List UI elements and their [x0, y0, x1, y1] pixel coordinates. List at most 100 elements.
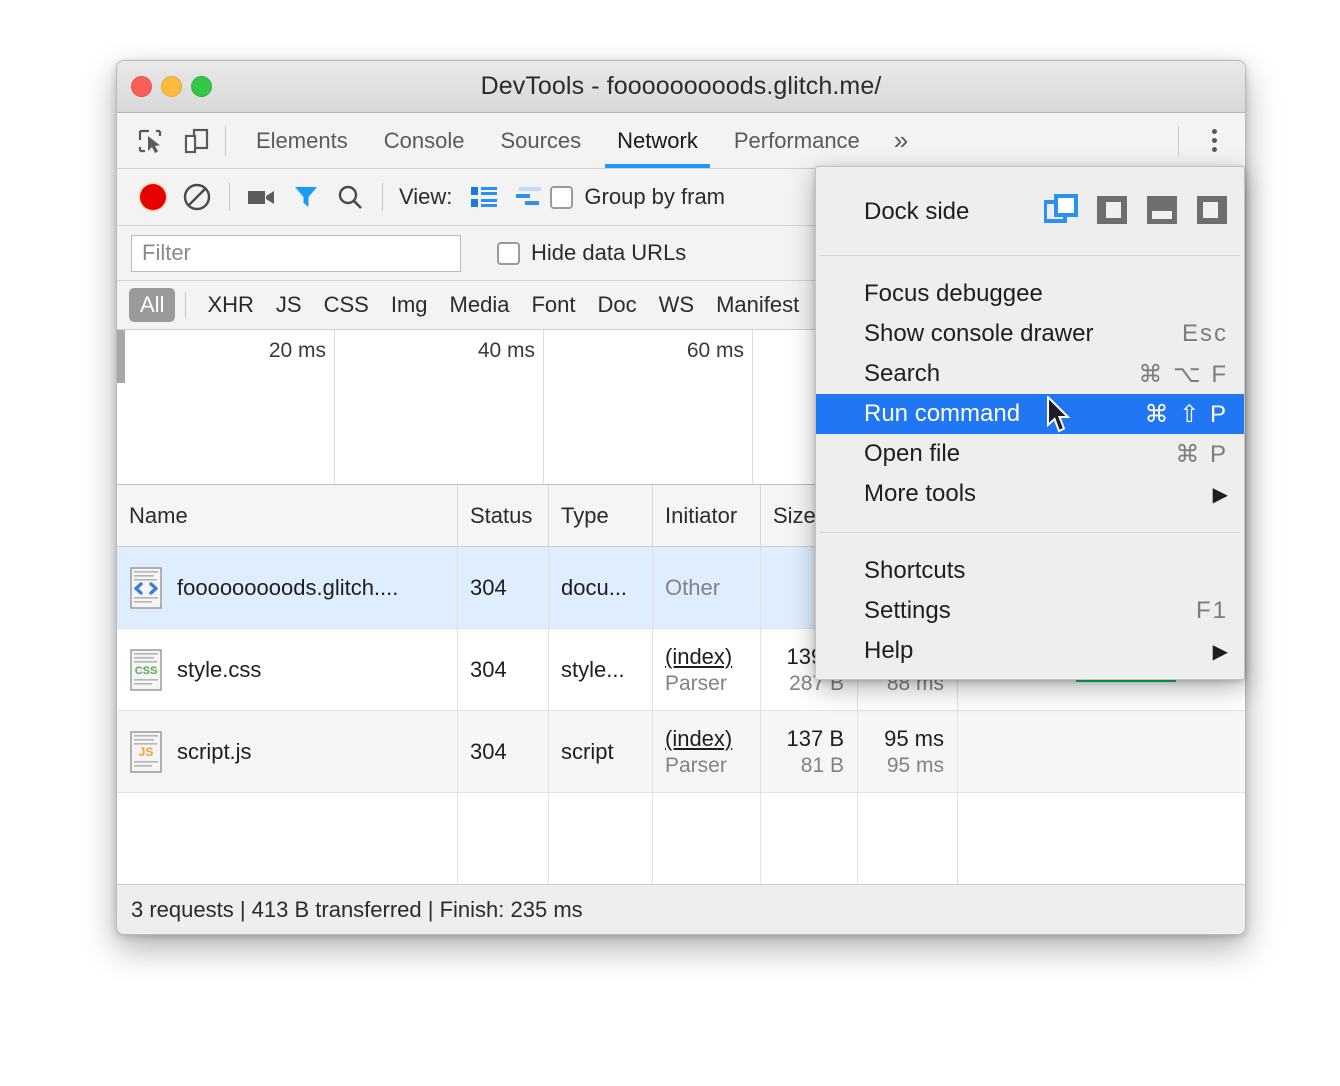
cell-initiator-link[interactable]: (index) — [665, 726, 732, 752]
submenu-arrow-icon: ▶ — [1213, 639, 1228, 664]
minimize-button[interactable] — [161, 76, 182, 97]
dock-side-label: Dock side — [864, 198, 969, 226]
overview-scroll-handle[interactable] — [117, 330, 125, 383]
status-bar: 3 requests | 413 B transferred | Finish:… — [117, 884, 1245, 934]
overview-cell-1: 20 ms — [125, 330, 335, 484]
cell-name-text: script.js — [177, 739, 252, 765]
capture-screenshots-button[interactable] — [240, 175, 284, 219]
type-filter-css[interactable]: CSS — [313, 288, 380, 322]
menu-item-focus-debuggee[interactable]: Focus debuggee — [816, 274, 1244, 314]
submenu-arrow-icon: ▶ — [1213, 482, 1228, 507]
menu-item-label: Settings — [864, 597, 951, 625]
type-filter-doc[interactable]: Doc — [586, 288, 647, 322]
menu-spacer-1 — [816, 260, 1244, 274]
cell-name-text: fooooooooods.glitch.... — [177, 575, 398, 601]
inspect-element-icon[interactable] — [135, 126, 165, 156]
menu-item-label: More tools — [864, 480, 976, 508]
cell-type: docu... — [549, 547, 653, 628]
menu-item-label: Help — [864, 637, 913, 665]
cell-initiator-link[interactable]: (index) — [665, 644, 732, 670]
main-menu-kebab-icon[interactable] — [1197, 124, 1231, 158]
overview-cell-2: 40 ms — [335, 330, 544, 484]
menu-item-shortcut: F1 — [1196, 597, 1228, 625]
menu-item-open-file[interactable]: Open file ⌘ P — [816, 434, 1244, 474]
type-filter-img[interactable]: Img — [380, 288, 439, 322]
menu-item-label: Show console drawer — [864, 320, 1093, 348]
dock-to-bottom-icon[interactable] — [1146, 195, 1178, 230]
column-header-initiator[interactable]: Initiator — [653, 485, 761, 546]
type-filter-manifest[interactable]: Manifest — [705, 288, 810, 322]
css-file-icon: CSS — [129, 649, 163, 691]
dock-to-right-icon[interactable] — [1196, 195, 1228, 230]
list-view-icon — [470, 186, 498, 208]
menu-item-search[interactable]: Search ⌘ ⌥ F — [816, 354, 1244, 394]
type-filter-font[interactable]: Font — [520, 288, 586, 322]
toolbar-divider-1 — [229, 183, 230, 211]
view-label: View: — [399, 184, 452, 210]
type-filter-media[interactable]: Media — [439, 288, 521, 322]
cell-initiator: (index) Parser — [653, 629, 761, 710]
dock-side-row: Dock side — [816, 173, 1244, 251]
zoom-button[interactable] — [191, 76, 212, 97]
clear-button[interactable] — [175, 175, 219, 219]
cell-time: 95 ms 95 ms — [858, 711, 958, 792]
menu-item-help[interactable]: Help ▶ — [816, 631, 1244, 671]
menu-item-more-tools[interactable]: More tools ▶ — [816, 474, 1244, 514]
menu-item-show-console-drawer[interactable]: Show console drawer Esc — [816, 314, 1244, 354]
device-toolbar-icon[interactable] — [181, 126, 211, 156]
panel-tabs: Elements Console Sources Network Perform… — [238, 113, 924, 168]
menu-item-label: Run command — [864, 400, 1020, 428]
cell-initiator-sub: Parser — [665, 754, 727, 778]
tab-elements[interactable]: Elements — [238, 113, 366, 168]
type-filter-xhr[interactable]: XHR — [196, 288, 264, 322]
menu-item-shortcut: ⌘ ⌥ F — [1138, 360, 1228, 389]
cell-status: 304 — [458, 711, 549, 792]
tab-console[interactable]: Console — [366, 113, 483, 168]
dock-side-options — [1044, 194, 1228, 231]
window-controls[interactable] — [131, 76, 212, 97]
dock-to-left-icon[interactable] — [1096, 195, 1128, 230]
type-filter-js[interactable]: JS — [265, 288, 313, 322]
menu-item-shortcut: Esc — [1182, 320, 1228, 348]
menu-item-label: Shortcuts — [864, 557, 965, 585]
hide-data-urls-checkbox[interactable] — [497, 242, 520, 265]
document-file-icon — [129, 567, 163, 609]
hide-data-urls-wrap: Hide data URLs — [497, 240, 686, 266]
menu-item-label: Search — [864, 360, 940, 388]
table-row[interactable]: JS script.js 304 script (index) Parser 1… — [117, 711, 1245, 793]
cell-type: style... — [549, 629, 653, 710]
type-filter-ws[interactable]: WS — [648, 288, 705, 322]
close-button[interactable] — [131, 76, 152, 97]
tab-performance[interactable]: Performance — [716, 113, 878, 168]
overview-cell-3: 60 ms — [544, 330, 753, 484]
cell-name: fooooooooods.glitch.... — [117, 547, 458, 628]
clear-icon — [182, 182, 212, 212]
tab-network[interactable]: Network — [599, 113, 716, 168]
tab-sources[interactable]: Sources — [482, 113, 599, 168]
menu-item-shortcuts[interactable]: Shortcuts — [816, 551, 1244, 591]
search-button[interactable] — [328, 175, 372, 219]
cell-name: CSS style.css — [117, 629, 458, 710]
camera-icon — [247, 185, 277, 209]
filter-input[interactable]: Filter — [131, 235, 461, 272]
dock-undock-icon[interactable] — [1044, 194, 1078, 231]
status-bar-text: 3 requests | 413 B transferred | Finish:… — [131, 897, 583, 923]
column-header-type[interactable]: Type — [549, 485, 653, 546]
filter-toggle-button[interactable] — [284, 175, 328, 219]
js-file-icon: JS — [129, 731, 163, 773]
cell-status: 304 — [458, 547, 549, 628]
column-header-name[interactable]: Name — [117, 485, 458, 546]
show-overview-button[interactable] — [506, 175, 550, 219]
view-large-rows-button[interactable] — [462, 175, 506, 219]
type-filter-all[interactable]: All — [129, 288, 175, 322]
menu-item-run-command[interactable]: Run command ⌘ ⇧ P — [816, 394, 1244, 434]
devtools-tabbar: Elements Console Sources Network Perform… — [117, 113, 1245, 169]
group-by-frame-checkbox[interactable] — [550, 186, 573, 209]
menu-item-shortcut: ⌘ P — [1175, 440, 1228, 469]
column-header-status[interactable]: Status — [458, 485, 549, 546]
record-button[interactable] — [131, 175, 175, 219]
waterfall-view-icon — [513, 186, 543, 208]
more-tabs-button[interactable]: » — [878, 113, 924, 168]
cell-status: 304 — [458, 629, 549, 710]
menu-item-settings[interactable]: Settings F1 — [816, 591, 1244, 631]
